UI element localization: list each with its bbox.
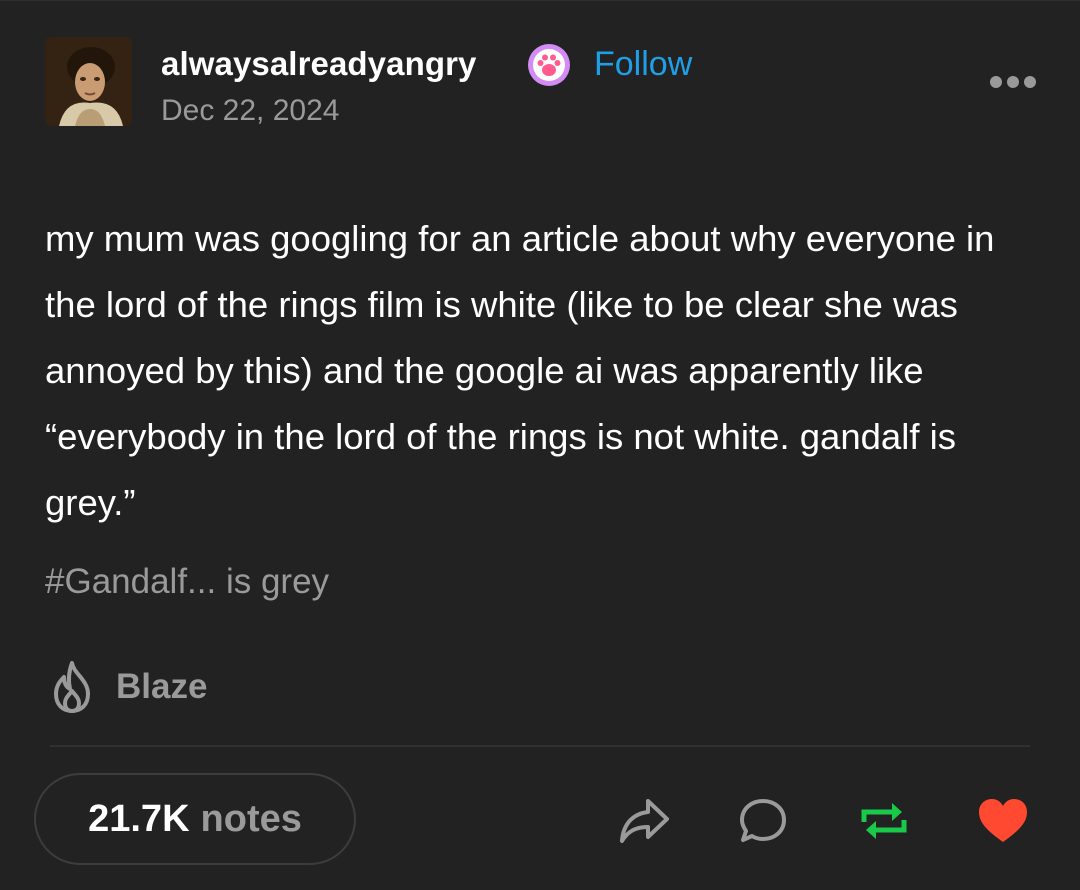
blaze-button[interactable]: Blaze xyxy=(48,657,207,717)
notes-button[interactable]: 21.7K notes xyxy=(34,773,356,865)
paw-badge-icon[interactable] xyxy=(527,43,571,87)
post-body: my mum was googling for an article about… xyxy=(45,218,995,523)
notes-label: notes xyxy=(200,797,302,840)
post-card: alwaysalreadyangry Follow Dec 22, 2024 m… xyxy=(0,0,1080,890)
post-tag[interactable]: #Gandalf... is grey xyxy=(45,557,329,607)
divider xyxy=(50,745,1030,747)
username[interactable]: alwaysalreadyangry xyxy=(161,44,477,84)
reblog-icon[interactable] xyxy=(858,796,910,846)
like-icon[interactable] xyxy=(976,796,1028,846)
share-icon[interactable] xyxy=(618,796,670,846)
notes-count: 21.7K xyxy=(88,797,190,840)
flame-icon xyxy=(54,661,90,713)
reply-icon[interactable] xyxy=(738,796,790,846)
blaze-label: Blaze xyxy=(116,667,208,706)
post-date: Dec 22, 2024 xyxy=(161,94,340,127)
follow-button[interactable]: Follow xyxy=(594,44,692,84)
avatar[interactable] xyxy=(45,37,132,126)
more-options-icon[interactable] xyxy=(988,71,1038,93)
portrait-avatar xyxy=(45,37,132,126)
